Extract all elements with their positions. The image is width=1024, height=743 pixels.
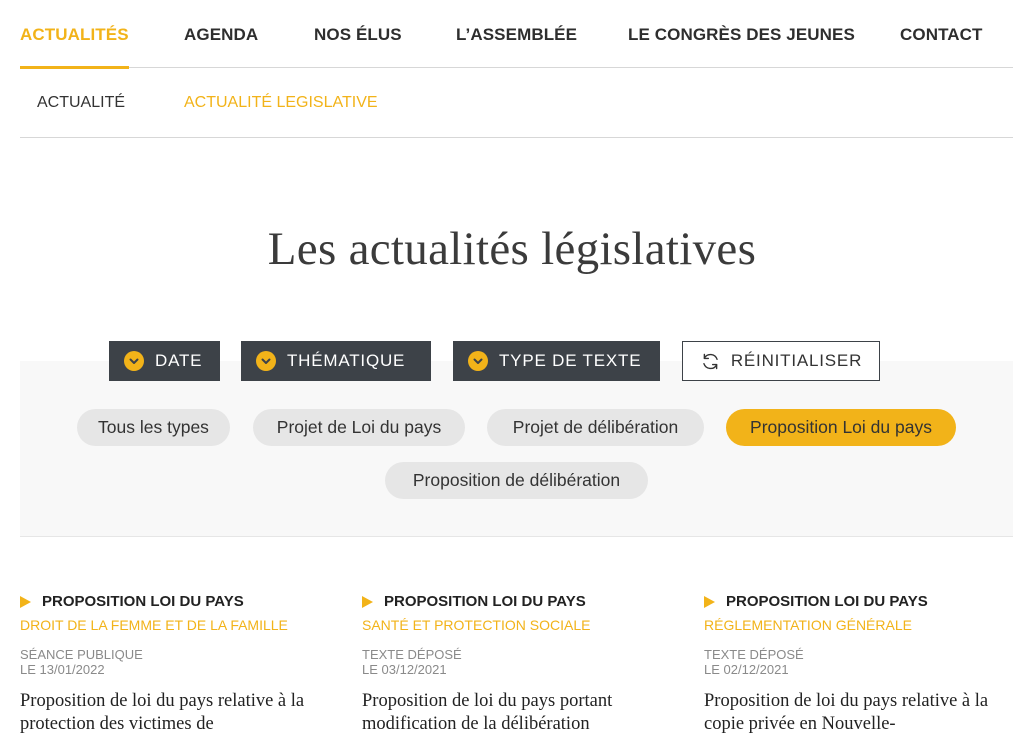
triangle-right-icon [20, 596, 31, 608]
chip-projet-de-deliberation[interactable]: Projet de délibération [487, 409, 704, 446]
refresh-icon [703, 353, 718, 369]
thematique-filter-label: THÉMATIQUE [287, 351, 406, 370]
article-theme[interactable]: SANTÉ ET PROTECTION SOCIALE [362, 617, 682, 633]
article-type-label: PROPOSITION LOI DU PAYS [384, 593, 586, 610]
chevron-down-icon [256, 351, 276, 371]
subnav-item-actualite[interactable]: ACTUALITÉ [37, 68, 125, 138]
article-description[interactable]: Proposition de loi du pays relative à la… [20, 690, 330, 736]
filter-panel [20, 361, 1013, 537]
subnav-item-actualite-legislative[interactable]: ACTUALITÉ LEGISLATIVE [184, 68, 378, 138]
article-type: PROPOSITION LOI DU PAYS [20, 593, 340, 611]
article-type: PROPOSITION LOI DU PAYS [362, 593, 682, 611]
date-filter-label: DATE [155, 351, 203, 370]
nav-item-contact[interactable]: CONTACT [900, 0, 983, 68]
article-description[interactable]: Proposition de loi du pays relative à la… [704, 690, 1014, 736]
thematique-filter-button[interactable]: THÉMATIQUE [241, 341, 431, 381]
chevron-down-icon [468, 351, 488, 371]
article-theme[interactable]: RÉGLEMENTATION GÉNÉRALE [704, 617, 1024, 633]
sub-nav: ACTUALITÉ ACTUALITÉ LEGISLATIVE [20, 68, 1013, 138]
type-de-texte-filter-label: TYPE DE TEXTE [499, 351, 642, 370]
article-type-label: PROPOSITION LOI DU PAYS [42, 593, 244, 610]
nav-item-nos-elus[interactable]: NOS ÉLUS [314, 0, 402, 68]
article-card[interactable]: PROPOSITION LOI DU PAYS RÉGLEMENTATION G… [704, 593, 1024, 736]
chip-tous-les-types[interactable]: Tous les types [77, 409, 230, 446]
article-date: LE 13/01/2022 [20, 662, 105, 677]
article-status: TEXTE DÉPOSÉ [704, 647, 804, 662]
nav-item-congres-des-jeunes[interactable]: LE CONGRÈS DES JEUNES [628, 0, 855, 68]
date-filter-button[interactable]: DATE [109, 341, 220, 381]
nav-item-assemblee[interactable]: L’ASSEMBLÉE [456, 0, 577, 68]
triangle-right-icon [362, 596, 373, 608]
article-card[interactable]: PROPOSITION LOI DU PAYS DROIT DE LA FEMM… [20, 593, 340, 736]
article-date: LE 02/12/2021 [704, 662, 789, 677]
nav-item-agenda[interactable]: AGENDA [184, 0, 258, 68]
main-nav: ACTUALITÉS AGENDA NOS ÉLUS L’ASSEMBLÉE L… [20, 0, 1013, 69]
nav-item-actualites[interactable]: ACTUALITÉS [20, 0, 129, 69]
chip-proposition-de-deliberation[interactable]: Proposition de délibération [385, 462, 648, 499]
article-status: SÉANCE PUBLIQUE [20, 647, 143, 662]
page-title: Les actualités législatives [267, 223, 757, 275]
reset-button[interactable]: RÉINITIALISER [682, 341, 880, 381]
type-de-texte-filter-button[interactable]: TYPE DE TEXTE [453, 341, 660, 381]
chip-projet-de-loi-du-pays[interactable]: Projet de Loi du pays [253, 409, 465, 446]
article-date: LE 03/12/2021 [362, 662, 447, 677]
article-card[interactable]: PROPOSITION LOI DU PAYS SANTÉ ET PROTECT… [362, 593, 682, 736]
chevron-down-icon [124, 351, 144, 371]
article-description[interactable]: Proposition de loi du pays portant modif… [362, 690, 672, 736]
article-theme[interactable]: DROIT DE LA FEMME ET DE LA FAMILLE [20, 617, 340, 633]
triangle-right-icon [704, 596, 715, 608]
article-type-label: PROPOSITION LOI DU PAYS [726, 593, 928, 610]
article-type: PROPOSITION LOI DU PAYS [704, 593, 1024, 611]
article-status: TEXTE DÉPOSÉ [362, 647, 462, 662]
chip-proposition-loi-du-pays[interactable]: Proposition Loi du pays [726, 409, 956, 446]
reset-label: RÉINITIALISER [730, 351, 863, 370]
